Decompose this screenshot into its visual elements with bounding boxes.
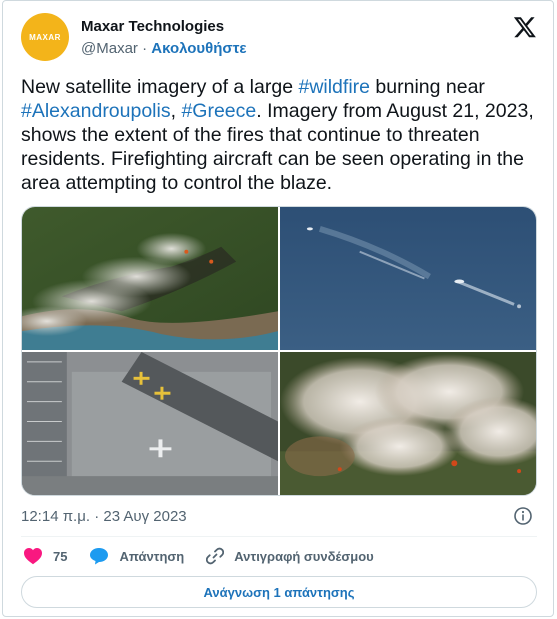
tweet-header: MAXAR Maxar Technologies @Maxar · Ακολου…	[21, 13, 537, 61]
copy-link-label: Αντιγραφή συνδέσμου	[234, 548, 374, 564]
hashtag-link[interactable]: #Alexandroupolis	[21, 100, 171, 122]
follow-button[interactable]: Ακολουθήστε	[151, 40, 246, 57]
media-grid	[21, 206, 537, 496]
tweet-text-segment: burning near	[370, 76, 485, 98]
aircraft-over-sea-image[interactable]	[280, 207, 536, 350]
divider	[21, 536, 537, 537]
author-subline: @Maxar · Ακολουθήστε	[81, 40, 247, 57]
reply-bubble-icon	[90, 548, 109, 565]
reply-label: Απάντηση	[119, 548, 185, 564]
link-icon	[206, 547, 225, 565]
airport-aircraft-image[interactable]	[22, 352, 278, 495]
hashtag-link[interactable]: #Greece	[181, 100, 256, 122]
tweet-timestamp[interactable]: 12:14 π.μ. · 23 Αυγ 2023	[21, 508, 187, 525]
author-name[interactable]: Maxar Technologies	[81, 18, 224, 35]
avatar[interactable]: MAXAR	[21, 13, 69, 61]
info-icon[interactable]	[513, 506, 533, 526]
copy-link-button[interactable]: Αντιγραφή συνδέσμου	[206, 547, 374, 565]
wildfire-coast-image[interactable]	[22, 207, 278, 350]
like-button[interactable]: 75	[23, 547, 67, 565]
read-replies-button[interactable]: Ανάγνωση 1 απάντησης	[21, 576, 537, 608]
handle-separator: ·	[137, 40, 152, 57]
author-handle[interactable]: @Maxar	[81, 40, 138, 57]
like-count: 75	[53, 548, 68, 564]
read-replies-label: Ανάγνωση 1 απάντησης	[203, 584, 355, 600]
x-logo-icon[interactable]	[513, 15, 537, 39]
hashtag-link[interactable]: #wildfire	[298, 76, 370, 98]
tweet-text-segment: New satellite imagery of a large	[21, 76, 299, 98]
fire-smoke-closeup-image[interactable]	[280, 352, 536, 495]
avatar-logo-text: MAXAR	[29, 32, 61, 42]
heart-icon	[24, 548, 42, 565]
action-bar: 75 Απάντηση Αντιγραφή συνδέσμου	[23, 544, 396, 568]
reply-button[interactable]: Απάντηση	[89, 547, 184, 565]
tweet-card: MAXAR Maxar Technologies @Maxar · Ακολου…	[2, 0, 554, 617]
tweet-text-segment: ,	[170, 100, 182, 122]
tweet-text: New satellite imagery of a large #wildfi…	[21, 75, 537, 195]
